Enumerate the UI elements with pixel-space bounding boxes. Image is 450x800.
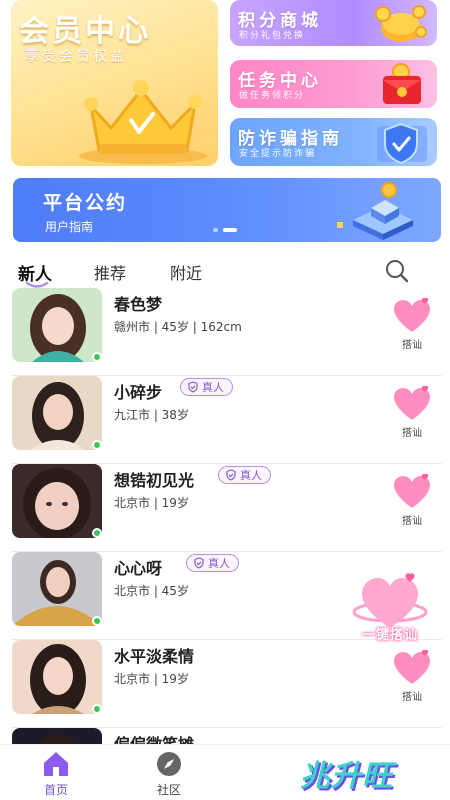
- nav-home-label: 首页: [43, 783, 68, 797]
- avatar[interactable]: [12, 640, 102, 714]
- nav-home[interactable]: 首页: [26, 749, 86, 798]
- verified-badge: 真人: [186, 554, 239, 572]
- gift-coins-icon: [375, 5, 427, 42]
- user-name[interactable]: 想锆初见光: [114, 467, 194, 491]
- shield-check-icon: [194, 557, 204, 569]
- anti-fraud-subtitle: 安全提示防诈骗: [239, 149, 317, 159]
- shield-icon: [377, 122, 427, 164]
- verified-label: 真人: [240, 469, 262, 482]
- heart-icon: [394, 385, 430, 420]
- banner-pager[interactable]: [213, 228, 237, 232]
- platform-convention-banner[interactable]: 平台公约 用户指南: [13, 178, 441, 242]
- greet-button[interactable]: 搭讪: [392, 385, 432, 442]
- online-indicator: [92, 352, 102, 362]
- shield-check-icon: [226, 469, 236, 481]
- vip-title: 会员中心: [19, 14, 151, 49]
- heart-icon: [394, 473, 430, 508]
- list-item[interactable]: 想锆初见光 真人 北京市 | 19岁 搭讪: [0, 464, 450, 552]
- crown-icon: [79, 80, 207, 164]
- red-envelope-icon: [383, 63, 421, 104]
- avatar[interactable]: [12, 376, 102, 450]
- verified-badge: 真人: [218, 466, 271, 484]
- user-meta: 北京市 | 19岁: [114, 496, 189, 510]
- user-meta: 北京市 | 45岁: [114, 584, 189, 598]
- nav-community-label: 社区: [156, 783, 181, 797]
- bottom-nav: 首页 社区 兆升旺: [0, 744, 450, 800]
- online-indicator: [92, 704, 102, 714]
- user-meta: 九江市 | 38岁: [114, 408, 189, 422]
- home-icon: [44, 752, 68, 776]
- greet-label: 搭讪: [402, 340, 422, 351]
- heart-icon: [394, 649, 430, 684]
- avatar[interactable]: [12, 728, 102, 744]
- verified-label: 真人: [202, 381, 224, 394]
- greet-label: 搭讪: [402, 692, 422, 703]
- list-item[interactable]: 水平淡柔情 北京市 | 19岁 搭讪: [0, 640, 450, 728]
- user-name[interactable]: 偏偏微笑摊: [114, 731, 194, 744]
- greet-button[interactable]: 搭讪: [392, 297, 432, 354]
- pager-dot-active[interactable]: [223, 228, 237, 232]
- user-name[interactable]: 心心呀: [114, 555, 162, 579]
- greet-label: 搭讪: [402, 516, 422, 527]
- task-center-card[interactable]: 任务中心 做任务领积分: [230, 60, 437, 108]
- greet-label: 搭讪: [402, 428, 422, 439]
- user-list: 春色梦 赣州市 | 45岁 | 162cm 搭讪 小碎步 真人 九江市 | 38…: [0, 288, 450, 744]
- floating-heart-icon: [352, 573, 428, 628]
- online-indicator: [92, 528, 102, 538]
- heart-icon: [394, 297, 430, 332]
- tab-recommend[interactable]: 推荐: [94, 260, 126, 284]
- compass-icon: [157, 752, 181, 776]
- one-key-greet-button[interactable]: 一键搭讪: [350, 572, 430, 644]
- user-meta: 赣州市 | 45岁 | 162cm: [114, 320, 242, 334]
- brand-logo: 兆升旺: [300, 759, 393, 794]
- points-mall-card[interactable]: 积分商城 积分礼包兑换: [230, 0, 437, 46]
- list-item[interactable]: 偏偏微笑摊: [0, 728, 450, 744]
- user-meta: 北京市 | 19岁: [114, 672, 189, 686]
- banner-subtitle: 用户指南: [45, 220, 94, 234]
- pager-dot[interactable]: [213, 228, 218, 232]
- avatar[interactable]: [12, 552, 102, 626]
- one-key-greet-label: 一键搭讪: [361, 628, 418, 643]
- list-item[interactable]: 春色梦 赣州市 | 45岁 | 162cm 搭讪: [0, 288, 450, 376]
- avatar[interactable]: [12, 288, 102, 362]
- vip-center-card[interactable]: 会员中心 享受会员权益: [11, 0, 218, 166]
- user-name[interactable]: 春色梦: [114, 291, 162, 315]
- user-name[interactable]: 水平淡柔情: [114, 643, 194, 667]
- tab-nearby[interactable]: 附近: [170, 260, 202, 284]
- user-name[interactable]: 小碎步: [114, 379, 162, 403]
- vip-subtitle: 享受会员权益: [25, 49, 127, 65]
- tab-bar: 新人 推荐 附近: [0, 252, 450, 288]
- greet-button[interactable]: 搭讪: [392, 473, 432, 530]
- nav-community[interactable]: 社区: [139, 749, 199, 798]
- isometric-blocks-icon: [337, 182, 413, 240]
- search-icon[interactable]: [384, 258, 410, 284]
- points-mall-subtitle: 积分礼包兑换: [239, 31, 306, 41]
- banner-title: 平台公约: [43, 192, 128, 214]
- list-item[interactable]: 小碎步 真人 九江市 | 38岁 搭讪: [0, 376, 450, 464]
- verified-badge: 真人: [180, 378, 233, 396]
- verified-label: 真人: [208, 557, 230, 570]
- task-center-subtitle: 做任务领积分: [239, 91, 306, 101]
- shield-check-icon: [188, 381, 198, 393]
- anti-fraud-card[interactable]: 防诈骗指南 安全提示防诈骗: [230, 118, 437, 166]
- online-indicator: [92, 440, 102, 450]
- online-indicator: [92, 616, 102, 626]
- avatar[interactable]: [12, 464, 102, 538]
- greet-button[interactable]: 搭讪: [392, 649, 432, 706]
